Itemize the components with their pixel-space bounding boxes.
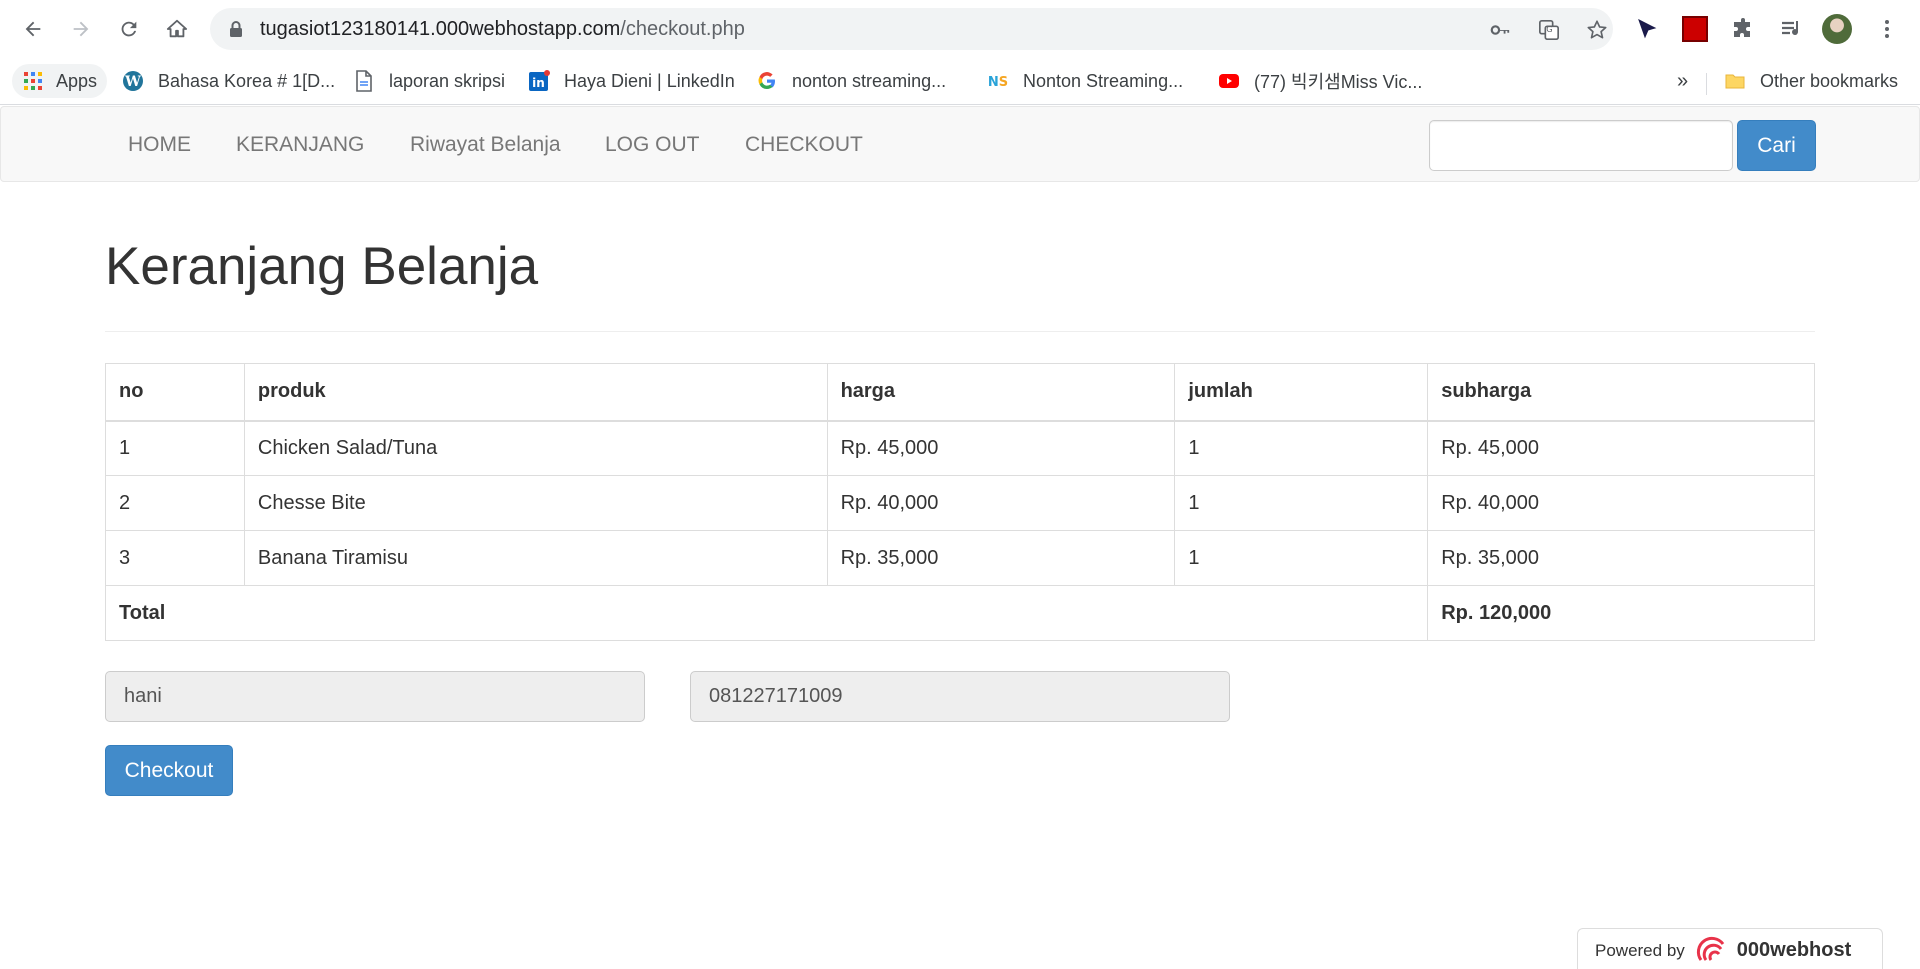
browser-chrome: tugasiot123180141.000webhostapp.com/chec… [0, 0, 1920, 105]
bookmark-laporan-skripsi[interactable]: laporan skripsi [353, 64, 505, 98]
puzzle-extension-icon[interactable] [1728, 14, 1758, 44]
checkout-button[interactable]: Checkout [105, 745, 233, 796]
linkedin-icon: in [528, 70, 550, 92]
youtube-icon [1218, 70, 1240, 92]
cell-produk: Chicken Salad/Tuna [243, 420, 828, 476]
brand-name: 000webhost [1736, 939, 1852, 961]
forward-icon[interactable] [64, 12, 98, 46]
red-extension-icon[interactable] [1680, 14, 1710, 44]
total-label: Total [104, 585, 1429, 641]
bookmark-label: Other bookmarks [1760, 70, 1899, 91]
page-title: Keranjang Belanja [105, 237, 539, 296]
translate-icon[interactable]: G [1538, 19, 1560, 41]
profile-avatar[interactable] [1822, 14, 1852, 44]
cursor-extension-icon[interactable] [1632, 14, 1662, 44]
bookmark-label: nonton streaming... [792, 70, 947, 91]
cell-produk: Banana Tiramisu [243, 530, 828, 586]
cell-produk: Chesse Bite [243, 475, 828, 531]
bookmark-other-bookmarks[interactable]: Other bookmarks [1724, 64, 1898, 98]
menu-dots-icon[interactable] [1872, 14, 1902, 44]
bookmark-label: (77) 빅키샘Miss Vic... [1254, 72, 1423, 92]
table-row: 3 Banana Tiramisu Rp. 35,000 1 Rp. 35,00… [105, 530, 1815, 586]
powered-by-text: Powered by [1595, 940, 1685, 960]
media-queue-icon[interactable] [1776, 14, 1806, 44]
bookmarks-overflow-chevron[interactable]: » [1677, 64, 1688, 98]
svg-text:W: W [124, 74, 141, 90]
bookmark-apps[interactable]: Apps [12, 64, 108, 98]
bookmark-label: Haya Dieni | LinkedIn [564, 70, 735, 91]
folder-icon [1724, 70, 1746, 92]
cart-table: no produk harga jumlah subharga 1 Chicke… [104, 363, 1815, 641]
browser-toolbar: tugasiot123180141.000webhostapp.com/chec… [0, 0, 1920, 58]
home-icon[interactable] [160, 12, 194, 46]
ns-icon: NS [987, 70, 1009, 92]
bookmark-youtube[interactable]: (77) 빅키샘Miss Vic... [1218, 64, 1422, 98]
table-header-row: no produk harga jumlah subharga [105, 363, 1815, 422]
bookmarks-bar: Apps W Bahasa Korea # 1[D... laporan skr… [0, 58, 1920, 105]
customer-phone-field[interactable]: 081227171009 [690, 671, 1230, 722]
url-host: tugasiot123180141.000webhostapp.com [260, 18, 621, 40]
back-icon[interactable] [16, 12, 50, 46]
bookmark-label: Bahasa Korea # 1[D... [158, 70, 336, 91]
cell-subharga: Rp. 45,000 [1427, 420, 1815, 476]
search-input[interactable] [1429, 120, 1733, 171]
nav-link-home[interactable]: HOME [128, 107, 191, 183]
nav-link-checkout[interactable]: CHECKOUT [745, 107, 863, 183]
cell-harga: Rp. 40,000 [826, 475, 1176, 531]
table-total-row: Total Rp. 120,000 [104, 585, 1815, 641]
bookmarks-divider [1706, 73, 1707, 95]
overflow-label: » [1677, 69, 1689, 92]
url-path: /checkout.php [620, 18, 745, 40]
bookmark-nonton-streaming-ns[interactable]: NS Nonton Streaming... [987, 64, 1183, 98]
address-bar[interactable]: tugasiot123180141.000webhostapp.com/chec… [210, 8, 1613, 50]
customer-name-field[interactable]: hani [105, 671, 645, 722]
document-icon [353, 70, 375, 92]
nav-link-riwayat-belanja[interactable]: Riwayat Belanja [410, 107, 561, 183]
bookmark-bahasa-korea[interactable]: W Bahasa Korea # 1[D... [122, 64, 335, 98]
star-icon[interactable] [1586, 19, 1608, 41]
bookmark-nonton-streaming-google[interactable]: nonton streaming... [756, 64, 946, 98]
svg-text:NS: NS [988, 75, 1008, 90]
table-row: 2 Chesse Bite Rp. 40,000 1 Rp. 40,000 [105, 475, 1815, 531]
cell-jumlah: 1 [1174, 475, 1429, 531]
total-value: Rp. 120,000 [1427, 585, 1815, 641]
site-navbar: HOME KERANJANG Riwayat Belanja LOG OUT C… [0, 106, 1920, 182]
cell-no: 1 [105, 420, 245, 476]
cell-harga: Rp. 45,000 [826, 420, 1176, 476]
apps-grid-icon [22, 70, 44, 92]
lock-icon [230, 21, 242, 37]
wordpress-icon: W [122, 70, 144, 92]
table-row: 1 Chicken Salad/Tuna Rp. 45,000 1 Rp. 45… [105, 420, 1815, 476]
000webhost-logo-icon [1696, 936, 1724, 961]
svg-text:in: in [532, 76, 545, 90]
reload-icon[interactable] [112, 12, 146, 46]
google-icon [756, 70, 778, 92]
column-header-harga: harga [826, 363, 1176, 422]
bookmark-linkedin[interactable]: in Haya Dieni | LinkedIn [528, 64, 735, 98]
bookmark-label: laporan skripsi [389, 70, 506, 91]
cell-subharga: Rp. 35,000 [1427, 530, 1815, 586]
url-text: tugasiot123180141.000webhostapp.com/chec… [260, 18, 745, 41]
svg-text:G: G [1546, 24, 1552, 34]
title-divider [105, 331, 1815, 332]
cell-no: 2 [105, 475, 245, 531]
cell-no: 3 [105, 530, 245, 586]
powered-by-badge[interactable]: Powered by 000webhost [1577, 928, 1883, 969]
nav-link-logout[interactable]: LOG OUT [605, 107, 700, 183]
bookmark-label: Nonton Streaming... [1023, 70, 1184, 91]
cell-harga: Rp. 35,000 [826, 530, 1176, 586]
cell-jumlah: 1 [1174, 420, 1429, 476]
column-header-subharga: subharga [1427, 363, 1815, 422]
column-header-jumlah: jumlah [1174, 363, 1429, 422]
key-icon[interactable] [1489, 19, 1511, 41]
search-button[interactable]: Cari [1737, 120, 1816, 171]
nav-link-keranjang[interactable]: KERANJANG [236, 107, 364, 183]
cell-subharga: Rp. 40,000 [1427, 475, 1815, 531]
cell-jumlah: 1 [1174, 530, 1429, 586]
bookmark-label: Apps [56, 70, 98, 91]
column-header-no: no [105, 363, 245, 422]
column-header-produk: produk [243, 363, 828, 422]
